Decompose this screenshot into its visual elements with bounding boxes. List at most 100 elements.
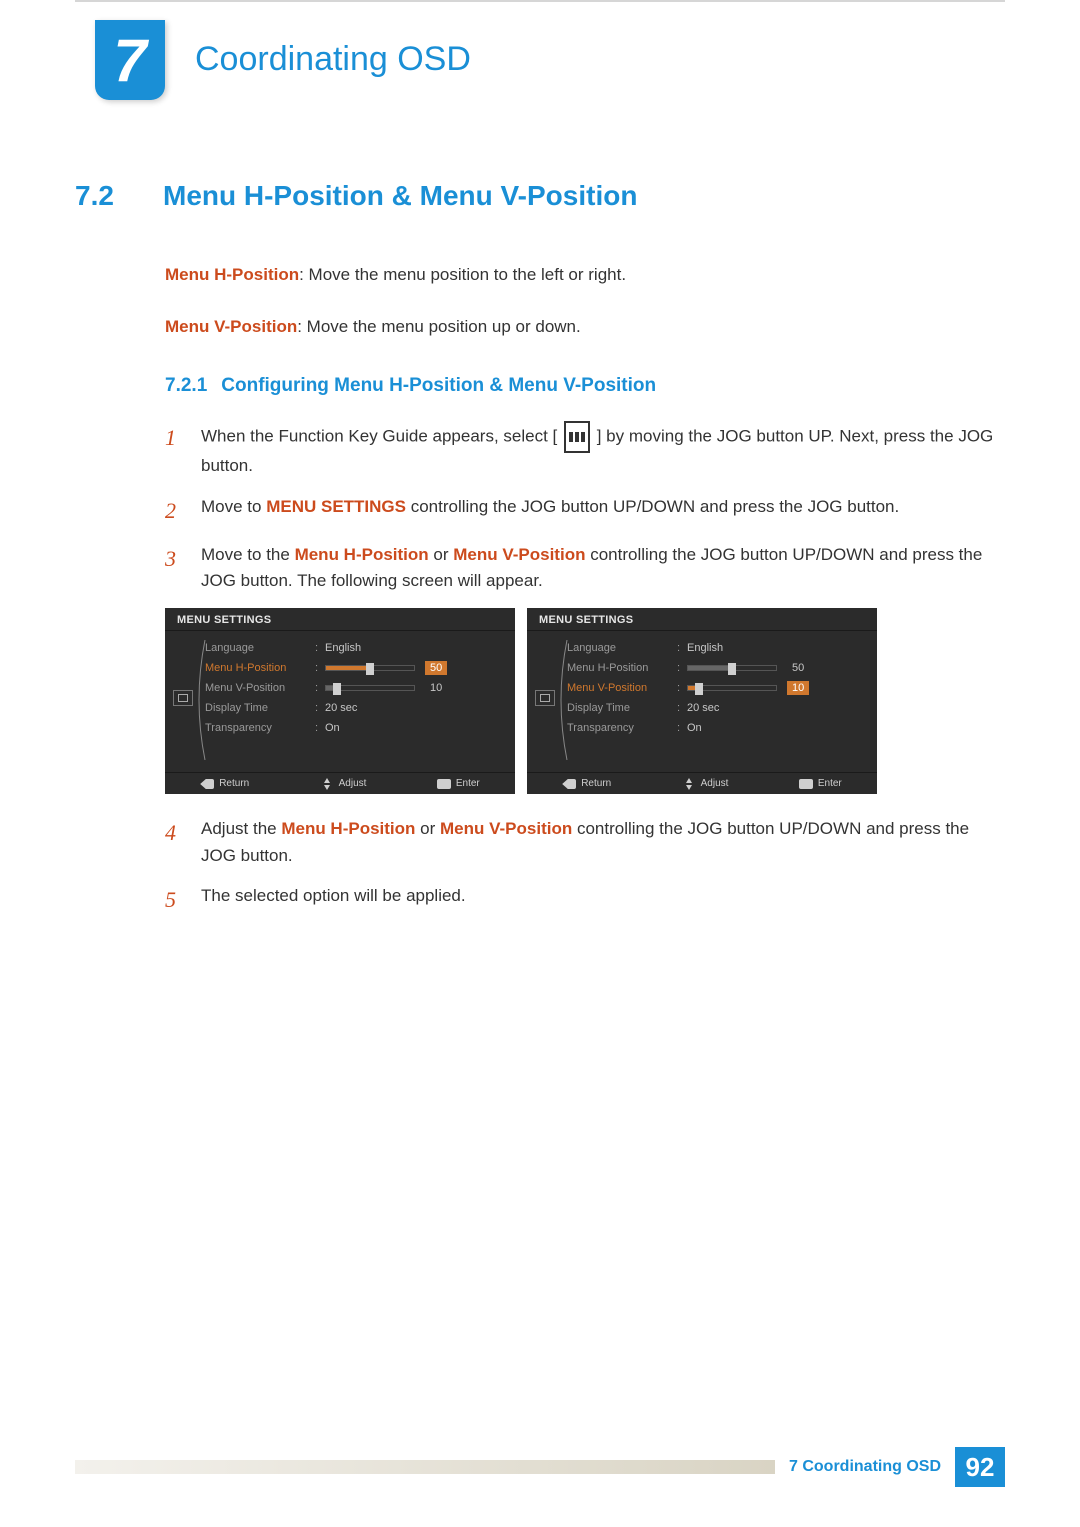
- text-fragment: Menu H-Position: [281, 819, 415, 838]
- colon: :: [677, 722, 687, 734]
- osd-row-label: Menu H-Position: [205, 662, 315, 674]
- osd-footer: Return Adjust Enter: [527, 772, 877, 794]
- step-number: 4: [165, 816, 183, 869]
- adjust-icon: [682, 778, 696, 790]
- osd-panel-title: MENU SETTINGS: [177, 614, 271, 626]
- osd-row-value: 20 sec: [687, 702, 719, 714]
- subsection-number: 7.2.1: [165, 375, 207, 397]
- top-rule: [75, 0, 1005, 2]
- section-title: Menu H-Position & Menu V-Position: [163, 180, 637, 212]
- slider: 50: [325, 661, 447, 675]
- return-icon: [200, 779, 214, 789]
- osd-row-value: English: [687, 642, 723, 654]
- slider-value: 10: [787, 681, 809, 695]
- step-number: 1: [165, 421, 183, 480]
- slider-handle: [695, 683, 703, 695]
- text-fragment: Menu H-Position: [295, 545, 429, 564]
- osd-panel-vpos: MENU SETTINGS Language : English Menu H-…: [527, 608, 877, 794]
- osd-row-display-time: Display Time : 20 sec: [205, 698, 505, 718]
- definition-desc: : Move the menu position up or down.: [297, 317, 581, 336]
- step-text: The selected option will be applied.: [201, 883, 466, 917]
- steps-list: 1 When the Function Key Guide appears, s…: [165, 421, 1000, 917]
- slider-fill: [326, 666, 370, 670]
- slider-value: 50: [787, 661, 809, 675]
- osd-panel-hpos: MENU SETTINGS Language : English Menu H-…: [165, 608, 515, 794]
- chapter-title: Coordinating OSD: [195, 40, 471, 79]
- slider-handle: [728, 663, 736, 675]
- definition-desc: : Move the menu position to the left or …: [299, 265, 626, 284]
- osd-row-value: On: [325, 722, 340, 734]
- footer-label: 7 Coordinating OSD: [775, 1458, 955, 1476]
- text-fragment: controlling the JOG button UP/DOWN and p…: [406, 497, 899, 516]
- text-fragment: or: [415, 819, 440, 838]
- colon: :: [677, 702, 687, 714]
- colon: :: [315, 702, 325, 714]
- text-fragment: Adjust the: [201, 819, 281, 838]
- osd-row-value: English: [325, 642, 361, 654]
- osd-footer-enter: Enter: [437, 778, 480, 789]
- step-number: 3: [165, 542, 183, 595]
- osd-footer-label: Enter: [818, 778, 842, 789]
- osd-row-label: Menu H-Position: [567, 662, 677, 674]
- step-text: Adjust the Menu H-Position or Menu V-Pos…: [201, 816, 1000, 869]
- osd-footer-label: Return: [219, 778, 249, 789]
- text-fragment: Menu V-Position: [453, 545, 585, 564]
- osd-footer-return: Return: [562, 778, 611, 789]
- osd-footer-enter: Enter: [799, 778, 842, 789]
- subsection-title: Configuring Menu H-Position & Menu V-Pos…: [221, 375, 656, 397]
- osd-row-vpos: Menu V-Position : 10: [567, 678, 867, 698]
- osd-row-label: Transparency: [205, 722, 315, 734]
- step-text: Move to MENU SETTINGS controlling the JO…: [201, 494, 899, 528]
- osd-row-hpos: Menu H-Position : 50: [205, 658, 505, 678]
- slider-value: 50: [425, 661, 447, 675]
- colon: :: [677, 642, 687, 654]
- section-number: 7.2: [75, 180, 135, 212]
- osd-row-label: Display Time: [567, 702, 677, 714]
- colon: :: [677, 662, 687, 674]
- osd-row-transparency: Transparency : On: [567, 718, 867, 738]
- osd-row-language: Language : English: [205, 638, 505, 658]
- definition-hpos: Menu H-Position: Move the menu position …: [165, 262, 1000, 288]
- osd-panel-body: Language : English Menu H-Position : 50: [567, 638, 867, 738]
- page-footer: 7 Coordinating OSD 92: [75, 1447, 1005, 1487]
- slider-fill: [688, 666, 732, 670]
- text-fragment: or: [429, 545, 454, 564]
- return-icon: [562, 779, 576, 789]
- chapter-number: 7: [113, 26, 146, 95]
- osd-footer-label: Adjust: [701, 778, 729, 789]
- slider-handle: [333, 683, 341, 695]
- osd-row-display-time: Display Time : 20 sec: [567, 698, 867, 718]
- colon: :: [315, 662, 325, 674]
- osd-footer-label: Enter: [456, 778, 480, 789]
- slider: 10: [687, 681, 809, 695]
- enter-icon: [437, 779, 451, 789]
- osd-row-label: Language: [567, 642, 677, 654]
- chapter-number-badge: 7: [95, 20, 165, 100]
- osd-row-transparency: Transparency : On: [205, 718, 505, 738]
- slider-handle: [366, 663, 374, 675]
- divider: [527, 630, 877, 631]
- osd-row-label: Language: [205, 642, 315, 654]
- osd-row-vpos: Menu V-Position : 10: [205, 678, 505, 698]
- slider-track: [325, 685, 415, 691]
- monitor-icon: [535, 690, 555, 706]
- step-2: 2 Move to MENU SETTINGS controlling the …: [165, 494, 1000, 528]
- step-3: 3 Move to the Menu H-Position or Menu V-…: [165, 542, 1000, 595]
- osd-row-hpos: Menu H-Position : 50: [567, 658, 867, 678]
- osd-row-value: On: [687, 722, 702, 734]
- osd-footer-adjust: Adjust: [320, 778, 367, 790]
- slider-track: [687, 665, 777, 671]
- text-fragment: MENU SETTINGS: [266, 497, 406, 516]
- slider-track: [687, 685, 777, 691]
- divider: [165, 630, 515, 631]
- osd-panel-title: MENU SETTINGS: [539, 614, 633, 626]
- definition-term: Menu V-Position: [165, 317, 297, 336]
- osd-screenshots: MENU SETTINGS Language : English Menu H-…: [165, 608, 1000, 794]
- colon: :: [677, 682, 687, 694]
- osd-row-label: Transparency: [567, 722, 677, 734]
- osd-footer-adjust: Adjust: [682, 778, 729, 790]
- osd-row-language: Language : English: [567, 638, 867, 658]
- osd-footer-return: Return: [200, 778, 249, 789]
- slider-track: [325, 665, 415, 671]
- section-heading: 7.2 Menu H-Position & Menu V-Position: [75, 180, 1000, 212]
